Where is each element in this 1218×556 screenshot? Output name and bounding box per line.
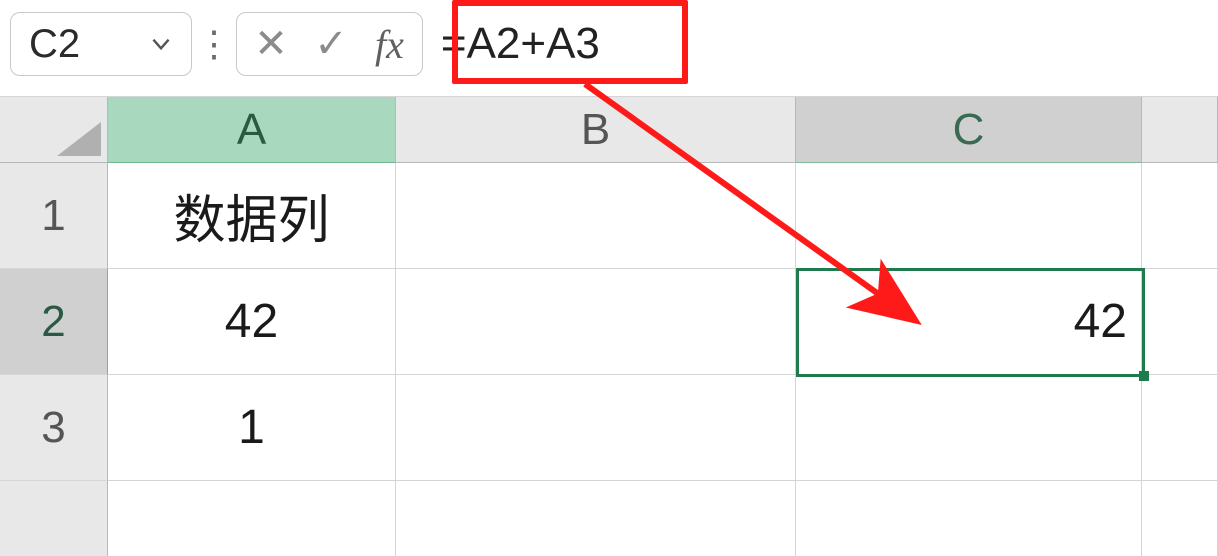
cell-B3[interactable] [396, 375, 796, 481]
row-header-2[interactable]: 2 [0, 269, 108, 375]
cancel-formula-button[interactable]: ✕ [251, 13, 291, 75]
spreadsheet-grid: A B C 1 数据列 2 42 42 3 1 [0, 96, 1218, 556]
row-3: 3 1 [0, 375, 1218, 481]
insert-function-button[interactable]: fx [371, 13, 408, 75]
column-header-B[interactable]: B [396, 97, 796, 163]
select-all-triangle[interactable] [0, 97, 108, 163]
name-box[interactable] [10, 12, 192, 76]
cell-C3[interactable] [796, 375, 1142, 481]
cell-C1[interactable] [796, 163, 1142, 269]
formula-input[interactable]: =A2+A3 [433, 12, 608, 76]
formula-bar: ⋮ ✕ ✓ fx =A2+A3 [10, 12, 608, 76]
row-header-3[interactable]: 3 [0, 375, 108, 481]
cell-D3[interactable] [1142, 375, 1218, 481]
cell-A4[interactable] [108, 481, 396, 556]
row-2: 2 42 42 [0, 269, 1218, 375]
formula-bar-more-icon[interactable]: ⋮ [202, 12, 226, 76]
chevron-down-icon [148, 31, 174, 57]
cell-A2[interactable]: 42 [108, 269, 396, 375]
formula-bar-buttons: ✕ ✓ fx [236, 12, 423, 76]
formula-text[interactable]: =A2+A3 [433, 19, 608, 69]
row-header-1[interactable]: 1 [0, 163, 108, 269]
name-box-dropdown[interactable] [139, 13, 183, 75]
column-header-A[interactable]: A [108, 97, 396, 163]
cell-D1[interactable] [1142, 163, 1218, 269]
column-header-next[interactable] [1142, 97, 1218, 163]
cell-C2[interactable]: 42 [796, 269, 1142, 375]
cell-D2[interactable] [1142, 269, 1218, 375]
cell-A1[interactable]: 数据列 [108, 163, 396, 269]
row-header-4[interactable] [0, 481, 108, 556]
cell-B2[interactable] [396, 269, 796, 375]
name-box-input[interactable] [29, 13, 139, 75]
column-header-C[interactable]: C [796, 97, 1142, 163]
cell-B4[interactable] [396, 481, 796, 556]
cell-B1[interactable] [396, 163, 796, 269]
column-header-row: A B C [0, 97, 1218, 163]
row-1: 1 数据列 [0, 163, 1218, 269]
cell-D4[interactable] [1142, 481, 1218, 556]
row-4-partial [0, 481, 1218, 556]
cell-C4[interactable] [796, 481, 1142, 556]
enter-formula-button[interactable]: ✓ [311, 13, 351, 75]
cell-A3[interactable]: 1 [108, 375, 396, 481]
